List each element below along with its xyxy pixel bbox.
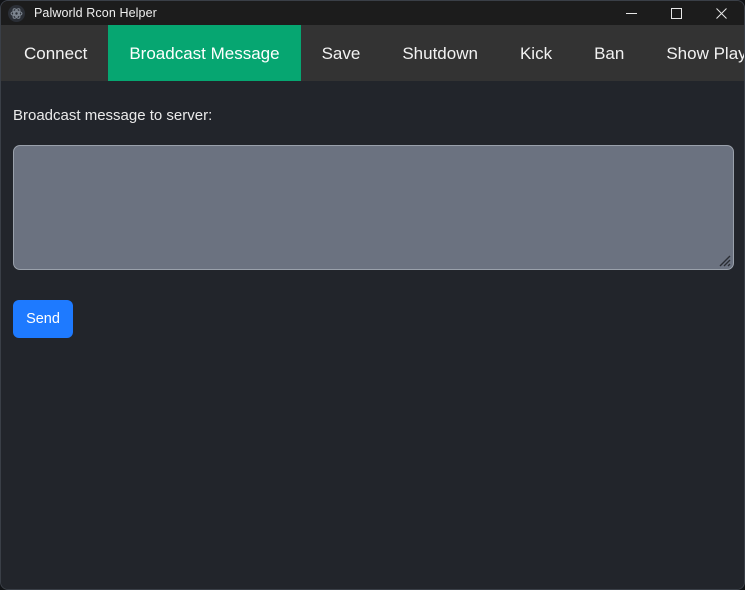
tab-ban[interactable]: Ban: [573, 25, 645, 81]
tab-kick[interactable]: Kick: [499, 25, 573, 81]
minimize-button[interactable]: [609, 1, 654, 25]
broadcast-message-input[interactable]: [13, 145, 734, 270]
tab-panel-broadcast-message: Broadcast message to server: Send: [1, 81, 744, 589]
tab-save[interactable]: Save: [301, 25, 382, 81]
tab-connect[interactable]: Connect: [3, 25, 108, 81]
maximize-button[interactable]: [654, 1, 699, 25]
window-controls: [609, 1, 744, 25]
close-button[interactable]: [699, 1, 744, 25]
app-window: Palworld Rcon Helper Connect Broadcast M…: [0, 0, 745, 590]
message-input-wrapper: [13, 125, 734, 270]
broadcast-message-label: Broadcast message to server:: [13, 107, 213, 124]
tab-bar: Connect Broadcast Message Save Shutdown …: [1, 25, 744, 81]
send-button[interactable]: Send: [13, 300, 73, 338]
tab-broadcast-message[interactable]: Broadcast Message: [108, 25, 301, 81]
tab-show-players[interactable]: Show Players: [645, 25, 744, 81]
tab-shutdown[interactable]: Shutdown: [381, 25, 499, 81]
window-title: Palworld Rcon Helper: [34, 6, 157, 20]
settings-gear-icon: [8, 4, 25, 22]
title-bar: Palworld Rcon Helper: [1, 1, 744, 25]
